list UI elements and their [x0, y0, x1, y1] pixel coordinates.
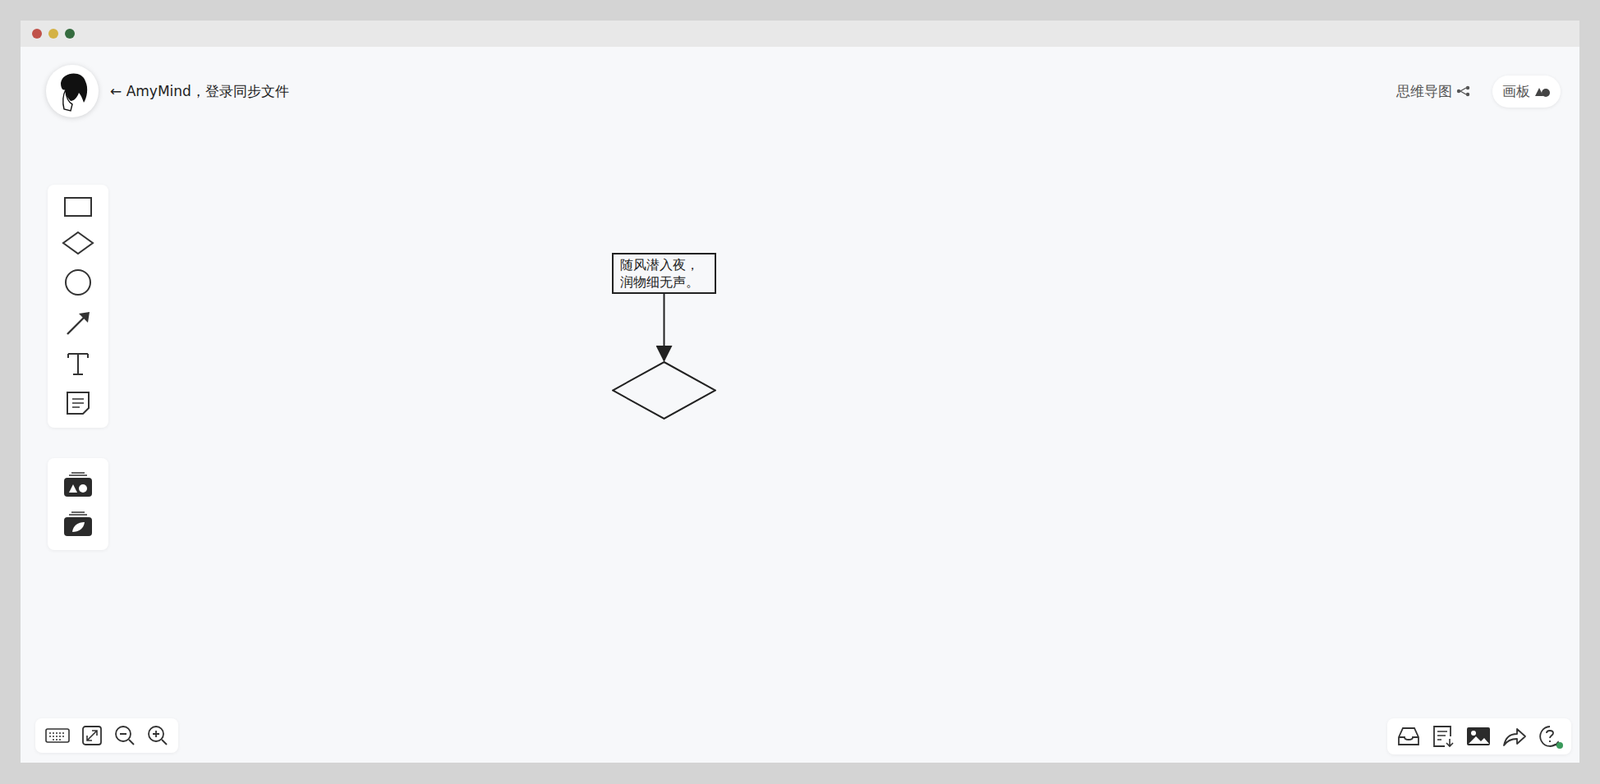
share-icon[interactable] — [1502, 726, 1527, 748]
file-toolbar — [1387, 718, 1572, 755]
canvas-area[interactable]: 随风潜入夜，润物细无声。 ← AmyMind，登录同步文件 思维导图 画板 — [20, 46, 1580, 764]
node-text: 随风潜入夜， — [620, 256, 709, 274]
connector-arrow[interactable] — [663, 294, 666, 361]
rectangle-tool-icon[interactable] — [63, 196, 93, 218]
sticker-library-icon[interactable] — [63, 510, 93, 538]
export-document-icon[interactable] — [1431, 725, 1455, 749]
note-tool-icon[interactable] — [64, 390, 92, 417]
view-toolbar — [35, 718, 179, 754]
fit-screen-icon[interactable] — [81, 725, 103, 747]
mindmap-icon — [1456, 85, 1472, 97]
library-toolbar — [47, 458, 109, 551]
mode-switch: 思维导图 画板 — [1386, 75, 1561, 108]
arrow-tool-icon[interactable] — [64, 309, 92, 338]
help-button[interactable] — [1538, 725, 1562, 749]
image-icon[interactable] — [1466, 726, 1491, 748]
whiteboard-icon — [1534, 84, 1551, 98]
mode-label: 画板 — [1502, 82, 1531, 102]
inbox-icon[interactable] — [1397, 726, 1421, 748]
mode-label: 思维导图 — [1396, 82, 1453, 102]
app-window: 随风潜入夜，润物细无声。 ← AmyMind，登录同步文件 思维导图 画板 — [20, 20, 1580, 764]
shape-toolbar — [47, 184, 109, 428]
mode-tab[interactable]: 画板 — [1492, 75, 1561, 108]
shape-library-icon[interactable] — [63, 471, 93, 498]
node-text: 润物细无声。 — [620, 273, 709, 291]
avatar-icon[interactable] — [45, 64, 99, 118]
zoom-in-icon[interactable] — [147, 725, 169, 747]
minimize-button[interactable] — [48, 28, 59, 39]
diamond-tool-icon[interactable] — [61, 230, 95, 256]
notification-dot — [1556, 742, 1564, 750]
ellipse-tool-icon[interactable] — [64, 268, 92, 297]
title-bar — [20, 20, 1580, 47]
zoom-out-icon[interactable] — [114, 725, 136, 747]
maximize-button[interactable] — [64, 28, 75, 39]
close-button[interactable] — [32, 28, 42, 39]
connector-layer — [20, 46, 1580, 764]
header: ← AmyMind，登录同步文件 思维导图 画板 — [45, 64, 1561, 118]
diamond-node[interactable] — [611, 361, 717, 420]
mode-tab[interactable]: 思维导图 — [1386, 75, 1481, 108]
back-link[interactable]: ← AmyMind，登录同步文件 — [110, 82, 290, 102]
text-tool-icon[interactable] — [64, 350, 92, 378]
keyboard-icon[interactable] — [45, 726, 70, 745]
rectangle-node[interactable]: 随风潜入夜，润物细无声。 — [611, 252, 717, 295]
